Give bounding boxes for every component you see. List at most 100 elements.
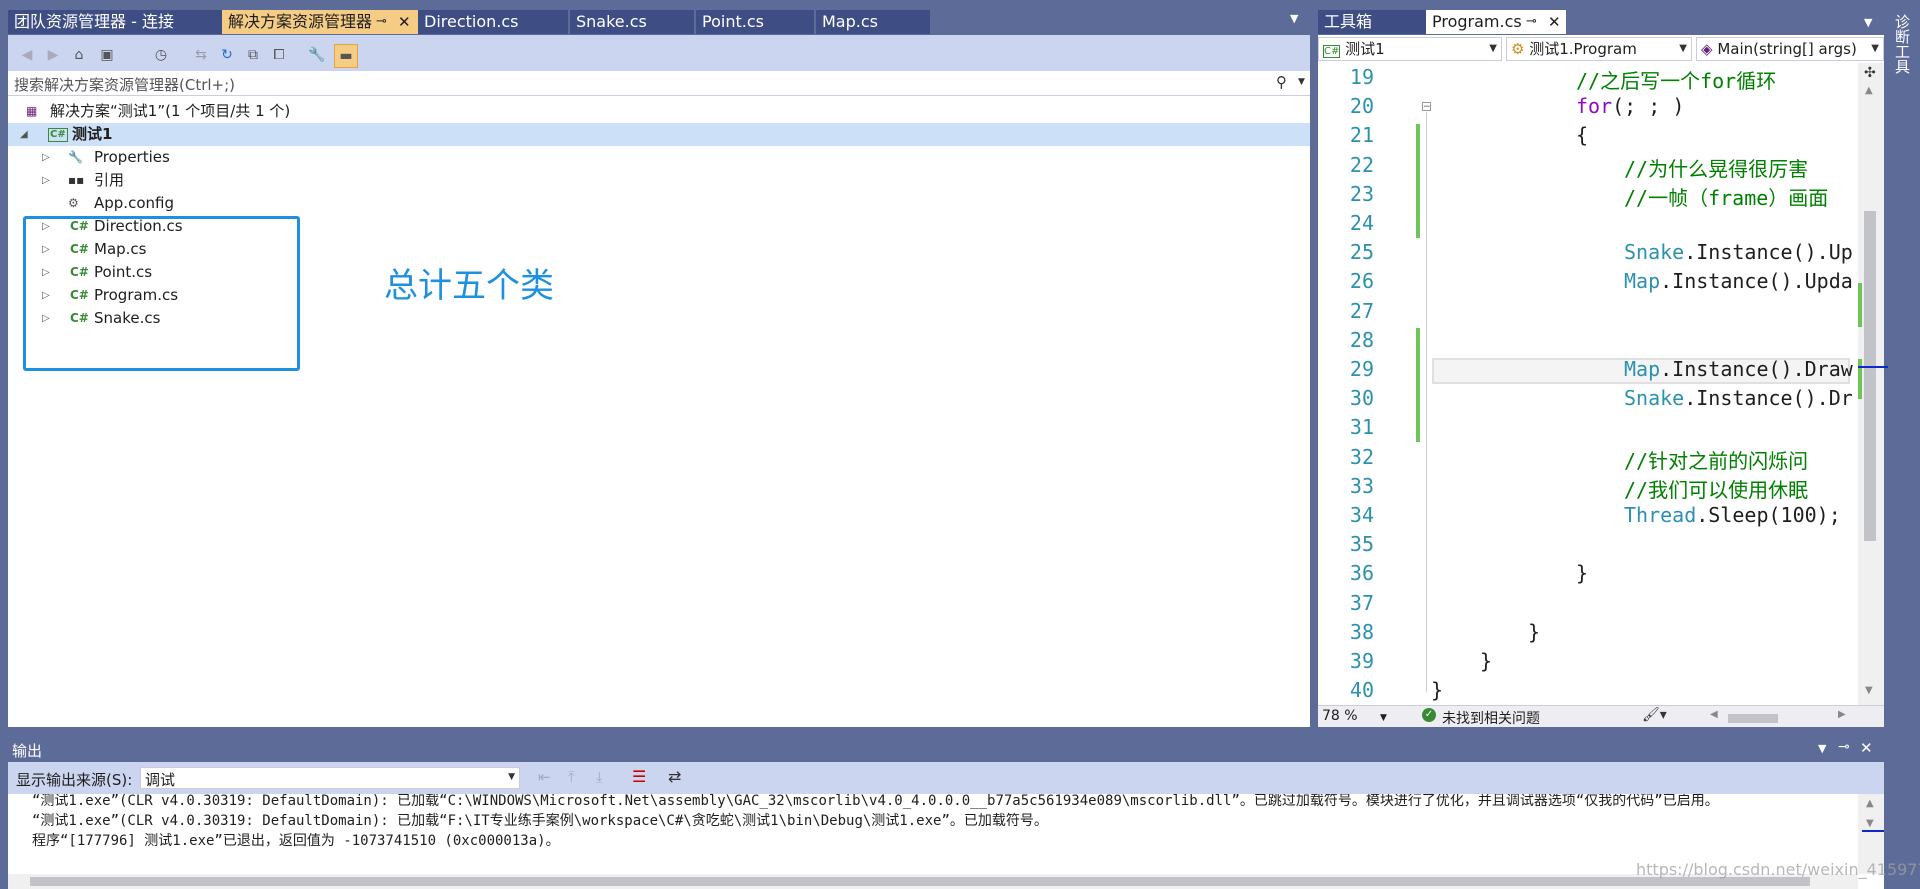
hscroll-right-icon[interactable]: ▶ (1838, 709, 1846, 720)
code-type: Map (1624, 269, 1661, 294)
code-comment: //针对之前的闪烁问 (1624, 448, 1809, 473)
preview-selected-icon[interactable]: ▬ (334, 44, 358, 68)
show-all-files-icon[interactable]: ⧠ (268, 44, 290, 66)
tab-map-cs[interactable]: Map.cs (816, 10, 930, 34)
side-tab-label: 诊断工具 (1893, 14, 1911, 74)
tab-label: Point.cs (702, 12, 764, 31)
next-message-icon[interactable]: ⤓ (596, 768, 603, 786)
hscroll-thumb[interactable] (1728, 714, 1778, 723)
solution-search-box[interactable]: 搜索解决方案资源管理器(Ctrl+;) ⚲ ▼ (8, 72, 1310, 96)
code-text: } (1431, 678, 1444, 703)
editor-vertical-scrollbar[interactable]: ✣ ▲ ▼ (1858, 63, 1888, 705)
code-area[interactable]: 19 //之后写一个for循环 20 for(; ; ) 21 {22 //为什么晃得很厉害… (1318, 63, 1858, 705)
scroll-up-icon[interactable]: ▲ (1865, 85, 1873, 96)
code-line: Map.Instance().Draw (1624, 357, 1853, 381)
pin-icon[interactable]: ⊸ (1838, 739, 1850, 755)
zoom-dropdown[interactable]: 78 % ▼ (1322, 708, 1387, 724)
tree-solution-row[interactable]: ▦ 解决方案“测试1”(1 个项目/共 1 个) (8, 100, 1308, 123)
tree-item-references[interactable]: ▷ ▪▪ 引用 (8, 169, 1308, 192)
line-number: 38 (1349, 619, 1374, 644)
pending-changes-icon[interactable]: ◷ (150, 44, 172, 66)
code-text: { (1576, 123, 1589, 148)
tab-point-cs[interactable]: Point.cs (696, 10, 814, 34)
tab-snake-cs[interactable]: Snake.cs (570, 10, 694, 34)
close-icon[interactable]: ✕ (1860, 739, 1873, 757)
output-source-value: 调试 (145, 771, 176, 789)
refresh-icon[interactable]: ↻ (216, 44, 238, 66)
tab-program-cs[interactable]: Program.cs ⊸ ✕ (1426, 10, 1566, 34)
tab-label: 团队资源管理器 - 连接 (14, 12, 174, 31)
tree-item-app-config[interactable]: ⚙ App.config (8, 192, 1308, 215)
issues-status-text[interactable]: 未找到相关问题 (1442, 708, 1540, 728)
right-tab-overflow-dropdown-icon[interactable]: ▼ (1864, 16, 1872, 29)
nav-class-label: 测试1.Program (1529, 40, 1637, 58)
prev-message-icon[interactable]: ⤒ (568, 768, 575, 786)
expand-arrow-icon[interactable]: ▷ (42, 146, 50, 169)
back-icon[interactable]: ◀ (16, 44, 38, 66)
line-number: 31 (1349, 415, 1374, 440)
chevron-down-icon: ▼ (508, 772, 515, 782)
split-editor-icon[interactable]: ✣ (1864, 65, 1876, 81)
class-nav-dropdown[interactable]: ⚙ 测试1.Program ▼ (1506, 37, 1692, 61)
output-content[interactable]: “测试1.exe”(CLR v4.0.30319: DefaultDomain)… (8, 794, 1884, 889)
search-icon[interactable]: ⚲ (1276, 73, 1287, 91)
code-line: for(; ; ) (1576, 94, 1684, 118)
diagnostic-tools-side-tab[interactable]: 诊断工具 (1888, 8, 1912, 728)
tree-project-row[interactable]: ◢ C# 测试1 (8, 123, 1310, 146)
collapse-all-icon[interactable]: ⧉ (242, 44, 264, 66)
project-nav-dropdown[interactable]: C# 测试1 ▼ (1318, 37, 1502, 61)
scroll-down-icon[interactable]: ▼ (1865, 685, 1873, 696)
scroll-up-icon[interactable]: ▲ (1866, 798, 1874, 809)
chevron-down-icon: ▼ (1871, 43, 1879, 54)
tab-team-explorer[interactable]: 团队资源管理器 - 连接 (8, 10, 222, 34)
scroll-caret-marker (1858, 366, 1888, 368)
hscroll-left-icon[interactable]: ◀ (1710, 709, 1718, 720)
code-text: .Instance().Draw (1660, 357, 1853, 381)
tab-overflow-dropdown-icon[interactable]: ▼ (1290, 12, 1298, 25)
pin-icon[interactable]: ⊸ (376, 10, 387, 34)
line-number: 39 (1349, 649, 1374, 673)
search-options-dropdown-icon[interactable]: ▼ (1298, 77, 1305, 87)
output-horizontal-scrollbar[interactable] (8, 874, 1858, 889)
editor-status-bar: 78 % ▼ ✓ 未找到相关问题 🖌▾ ◀ ▶ (1318, 705, 1884, 727)
line-number: 33 (1349, 473, 1374, 498)
code-comment: //我们可以使用休眠 (1624, 477, 1809, 502)
home-icon[interactable]: ⌂ (68, 44, 90, 66)
tab-label: 工具箱 (1324, 12, 1373, 31)
pin-icon[interactable]: ⊸ (1526, 10, 1537, 34)
collapse-arrow-icon[interactable]: ◢ (20, 123, 28, 146)
hscroll-thumb[interactable] (30, 877, 1810, 886)
close-icon[interactable]: ✕ (1548, 10, 1561, 34)
find-message-icon[interactable]: ⇤ (538, 768, 551, 786)
line-number: 22 (1349, 152, 1374, 177)
code-line: } (1576, 561, 1588, 585)
csharp-project-icon: C# (48, 128, 68, 142)
output-line: “测试1.exe”(CLR v4.0.30319: DefaultDomain)… (32, 813, 1048, 829)
tab-solution-explorer[interactable]: 解决方案资源管理器 ⊸ ✕ (222, 10, 418, 34)
clear-all-icon[interactable]: ☰ (632, 767, 646, 786)
tab-label: Snake.cs (576, 12, 647, 31)
code-comment: //为什么晃得很厉害 (1624, 156, 1809, 181)
expand-arrow-icon[interactable]: ▷ (42, 169, 50, 192)
properties-wrench-icon[interactable]: 🔧 (306, 44, 328, 66)
sync-icon[interactable]: ⇆ (190, 44, 212, 66)
member-nav-dropdown[interactable]: ◈ Main(string[] args) ▼ (1696, 37, 1884, 61)
switch-views-icon[interactable]: ▣ (96, 44, 118, 66)
code-cleanup-icon[interactable]: 🖌▾ (1642, 707, 1667, 723)
code-text: .Sleep(100); (1696, 503, 1841, 527)
scroll-down-icon[interactable]: ▼ (1866, 818, 1874, 829)
tree-item-properties[interactable]: ▷ 🔧 Properties (8, 146, 1308, 169)
line-number: 28 (1349, 327, 1374, 352)
close-icon[interactable]: ✕ (398, 10, 411, 34)
code-type: Thread (1624, 503, 1697, 527)
code-line: //之后写一个for循环 (1576, 65, 1776, 94)
window-menu-dropdown-icon[interactable]: ▼ (1818, 742, 1826, 755)
line-number: 24 (1349, 211, 1374, 235)
toggle-word-wrap-icon[interactable]: ⇄ (668, 767, 681, 786)
chevron-down-icon: ▼ (1679, 43, 1687, 54)
forward-icon[interactable]: ▶ (42, 44, 64, 66)
output-source-dropdown[interactable]: 调试 ▼ (140, 767, 520, 789)
tab-toolbox[interactable]: 工具箱 (1318, 10, 1426, 34)
tab-direction-cs[interactable]: Direction.cs (418, 10, 568, 34)
scrollbar-thumb[interactable] (1864, 211, 1876, 541)
